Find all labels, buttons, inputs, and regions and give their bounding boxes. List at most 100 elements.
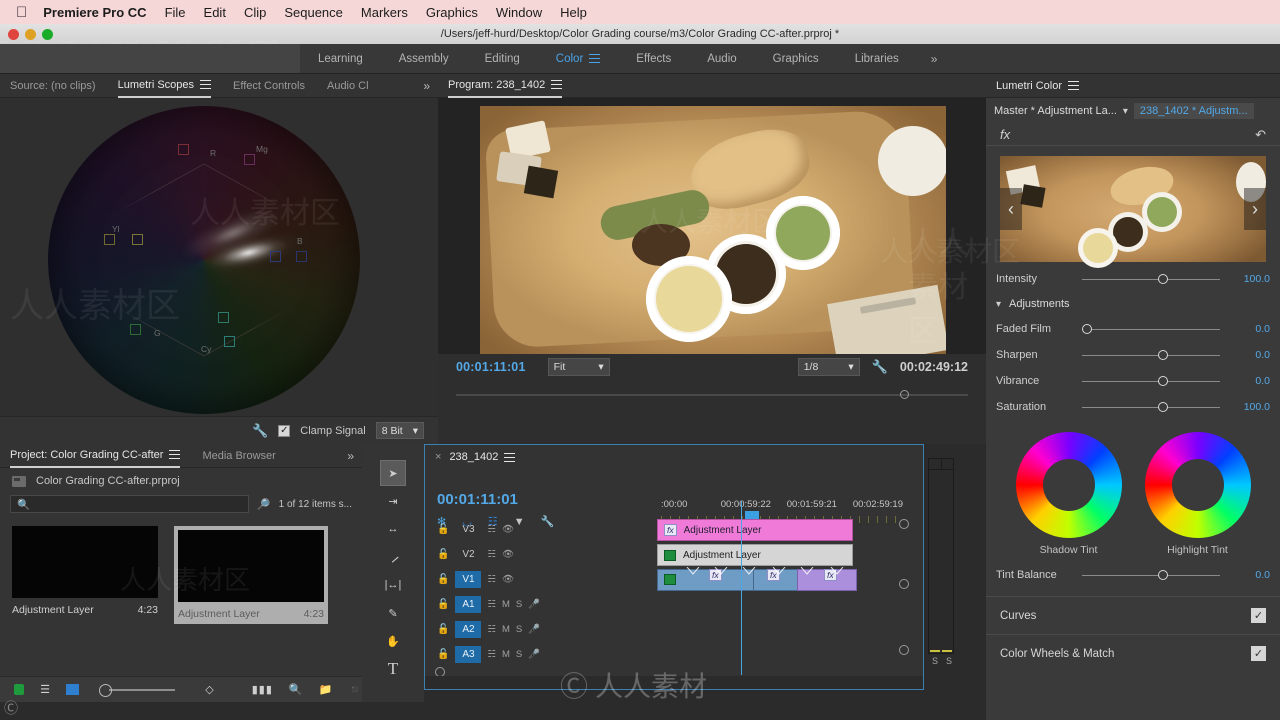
faded-film-value[interactable]: 0.0	[1228, 323, 1270, 335]
new-item-icon[interactable]: ◾	[348, 683, 362, 696]
vectorscope-display[interactable]: R Mg Yl B G Cy 人人素材区 人人素材区	[0, 98, 438, 416]
highlight-tint-wheel[interactable]	[1144, 432, 1251, 538]
workspace-tab-editing[interactable]: Editing	[467, 44, 538, 74]
menu-graphics[interactable]: Graphics	[426, 5, 478, 20]
intensity-slider[interactable]	[1082, 273, 1220, 284]
solo-button-a2[interactable]: S	[516, 624, 522, 635]
timeline-track-handle-mid[interactable]	[899, 579, 909, 589]
project-item-selected[interactable]: Adjustment Layer 4:23	[174, 526, 328, 624]
saturation-value[interactable]: 100.0	[1228, 401, 1270, 413]
razor-tool[interactable]: ⚊	[375, 539, 412, 576]
vibrance-value[interactable]: 0.0	[1228, 375, 1270, 387]
timeline-horizontal-scrollbar[interactable]	[425, 676, 923, 689]
ripple-edit-tool[interactable]: ↔	[380, 516, 406, 542]
workspace-menu-icon[interactable]	[589, 54, 601, 63]
track-select-forward-tool[interactable]: ⇥	[380, 488, 406, 514]
track-name-v3[interactable]: V3	[455, 521, 481, 538]
track-name-a2[interactable]: A2	[455, 621, 482, 638]
tab-project[interactable]: Project: Color Grading CC-after	[10, 444, 181, 468]
tab-program-monitor[interactable]: Program: 238_1402	[448, 74, 563, 98]
timeline-track-handle-top[interactable]	[899, 519, 909, 529]
tint-balance-value[interactable]: 0.0	[1228, 569, 1270, 581]
solo-button-a3[interactable]: S	[516, 649, 522, 660]
freeform-view-icon[interactable]: ▮▮▮	[252, 683, 273, 696]
bit-depth-select[interactable]: 8 Bit ▾	[375, 422, 424, 439]
menu-help[interactable]: Help	[560, 5, 587, 20]
sync-lock-icon[interactable]: ☵	[487, 649, 496, 660]
workspace-tab-color[interactable]: Color	[538, 44, 618, 74]
eye-icon[interactable]: 👁	[502, 574, 514, 585]
tab-lumetri-scopes[interactable]: Lumetri Scopes	[117, 74, 212, 98]
timeline-track-v2[interactable]: 🔓 V2 ☵ 👁	[425, 542, 541, 567]
sharpen-slider[interactable]	[1082, 349, 1220, 360]
mute-button-a2[interactable]: M	[502, 624, 510, 635]
menu-markers[interactable]: Markers	[361, 5, 408, 20]
mute-button-a1[interactable]: M	[502, 599, 510, 610]
adjustments-section-header[interactable]: ▾ Adjustments	[986, 292, 1280, 316]
lumetri-look-preview[interactable]: ‹ ›	[1000, 156, 1266, 268]
menu-sequence[interactable]: Sequence	[284, 5, 343, 20]
program-scrub-handle-left[interactable]	[900, 390, 909, 399]
tint-balance-slider[interactable]	[1082, 569, 1220, 580]
close-window-button[interactable]	[8, 28, 19, 40]
lock-icon[interactable]: 🔓	[437, 599, 449, 610]
apple-logo-icon[interactable]: 	[16, 5, 27, 20]
highlight-tint-wheel-group[interactable]: Highlight Tint	[1144, 432, 1251, 556]
panel-menu-icon[interactable]	[504, 452, 516, 462]
shadow-tint-wheel[interactable]	[1015, 432, 1122, 538]
menu-window[interactable]: Window	[496, 5, 542, 20]
lock-icon[interactable]: 🔓	[437, 549, 449, 560]
tab-audio-clip-mixer[interactable]: Audio Cl	[327, 74, 369, 98]
track-name-a3[interactable]: A3	[455, 646, 482, 663]
panel-menu-icon[interactable]	[1068, 81, 1080, 90]
active-clip-label[interactable]: 238_1402 * Adjustm...	[1133, 103, 1254, 119]
menu-clip[interactable]: Clip	[244, 5, 266, 20]
curves-checkbox[interactable]: ✓	[1251, 608, 1266, 623]
find-icon[interactable]: 🔎	[257, 498, 271, 511]
scopes-overflow-icon[interactable]: »	[423, 79, 430, 93]
panel-menu-icon[interactable]	[169, 450, 181, 459]
program-video-view[interactable]: 人人素材区	[438, 98, 986, 378]
search-input[interactable]: 🔍	[10, 495, 249, 513]
pen-tool[interactable]: ✎	[380, 600, 406, 626]
microphone-icon[interactable]: 🎤	[528, 599, 540, 610]
faded-film-slider[interactable]	[1082, 323, 1220, 334]
project-root-bin-row[interactable]: Color Grading CC-after.prproj	[0, 468, 362, 494]
solo-button-a1[interactable]: S	[516, 599, 522, 610]
find-icon[interactable]: 🔍	[289, 683, 303, 696]
next-look-button[interactable]: ›	[1244, 188, 1266, 230]
wrench-icon[interactable]: 🔧	[252, 423, 268, 439]
settings-wrench-icon[interactable]: 🔧	[872, 359, 888, 375]
project-item[interactable]: Adjustment Layer 4:23	[12, 526, 158, 624]
timeline-clip-v3[interactable]: fx Adjustment Layer	[657, 519, 853, 541]
timeline-clip-area[interactable]: fx Adjustment Layer Adjustment Layer fx …	[657, 501, 861, 675]
previous-look-button[interactable]: ‹	[1000, 188, 1022, 230]
playback-resolution-select[interactable]: 1/8 ▾	[797, 358, 860, 376]
microphone-icon[interactable]: 🎤	[528, 624, 540, 635]
workspace-tab-audio[interactable]: Audio	[689, 44, 754, 74]
panel-menu-icon[interactable]	[551, 80, 563, 89]
audio-meter-solo-right[interactable]: S	[946, 656, 952, 666]
type-tool[interactable]: T	[380, 656, 406, 682]
list-view-icon[interactable]: ☰	[40, 683, 50, 696]
saturation-slider[interactable]	[1082, 401, 1220, 412]
workspace-tab-graphics[interactable]: Graphics	[755, 44, 837, 74]
tab-lumetri-color[interactable]: Lumetri Color	[996, 74, 1080, 98]
sync-lock-icon[interactable]: ☵	[487, 549, 496, 560]
sharpen-value[interactable]: 0.0	[1228, 349, 1270, 361]
track-name-a1[interactable]: A1	[455, 596, 482, 613]
tab-sequence[interactable]: 238_1402	[449, 445, 516, 469]
intensity-value[interactable]: 100.0	[1228, 273, 1270, 285]
lock-icon[interactable]: 🔓	[437, 649, 449, 660]
tab-media-browser[interactable]: Media Browser	[202, 444, 275, 468]
sync-lock-icon[interactable]: ☵	[487, 624, 496, 635]
sort-icon[interactable]: ◇	[205, 683, 213, 696]
eye-icon[interactable]: 👁	[502, 549, 514, 560]
tab-source-monitor[interactable]: Source: (no clips)	[10, 74, 96, 98]
menu-edit[interactable]: Edit	[204, 5, 226, 20]
timeline-playhead-time[interactable]: 00:01:11:01	[437, 491, 518, 508]
mute-button-a3[interactable]: M	[502, 649, 510, 660]
close-sequence-icon[interactable]: ×	[435, 451, 441, 463]
track-name-v2[interactable]: V2	[455, 546, 481, 563]
workspace-tab-libraries[interactable]: Libraries	[837, 44, 917, 74]
